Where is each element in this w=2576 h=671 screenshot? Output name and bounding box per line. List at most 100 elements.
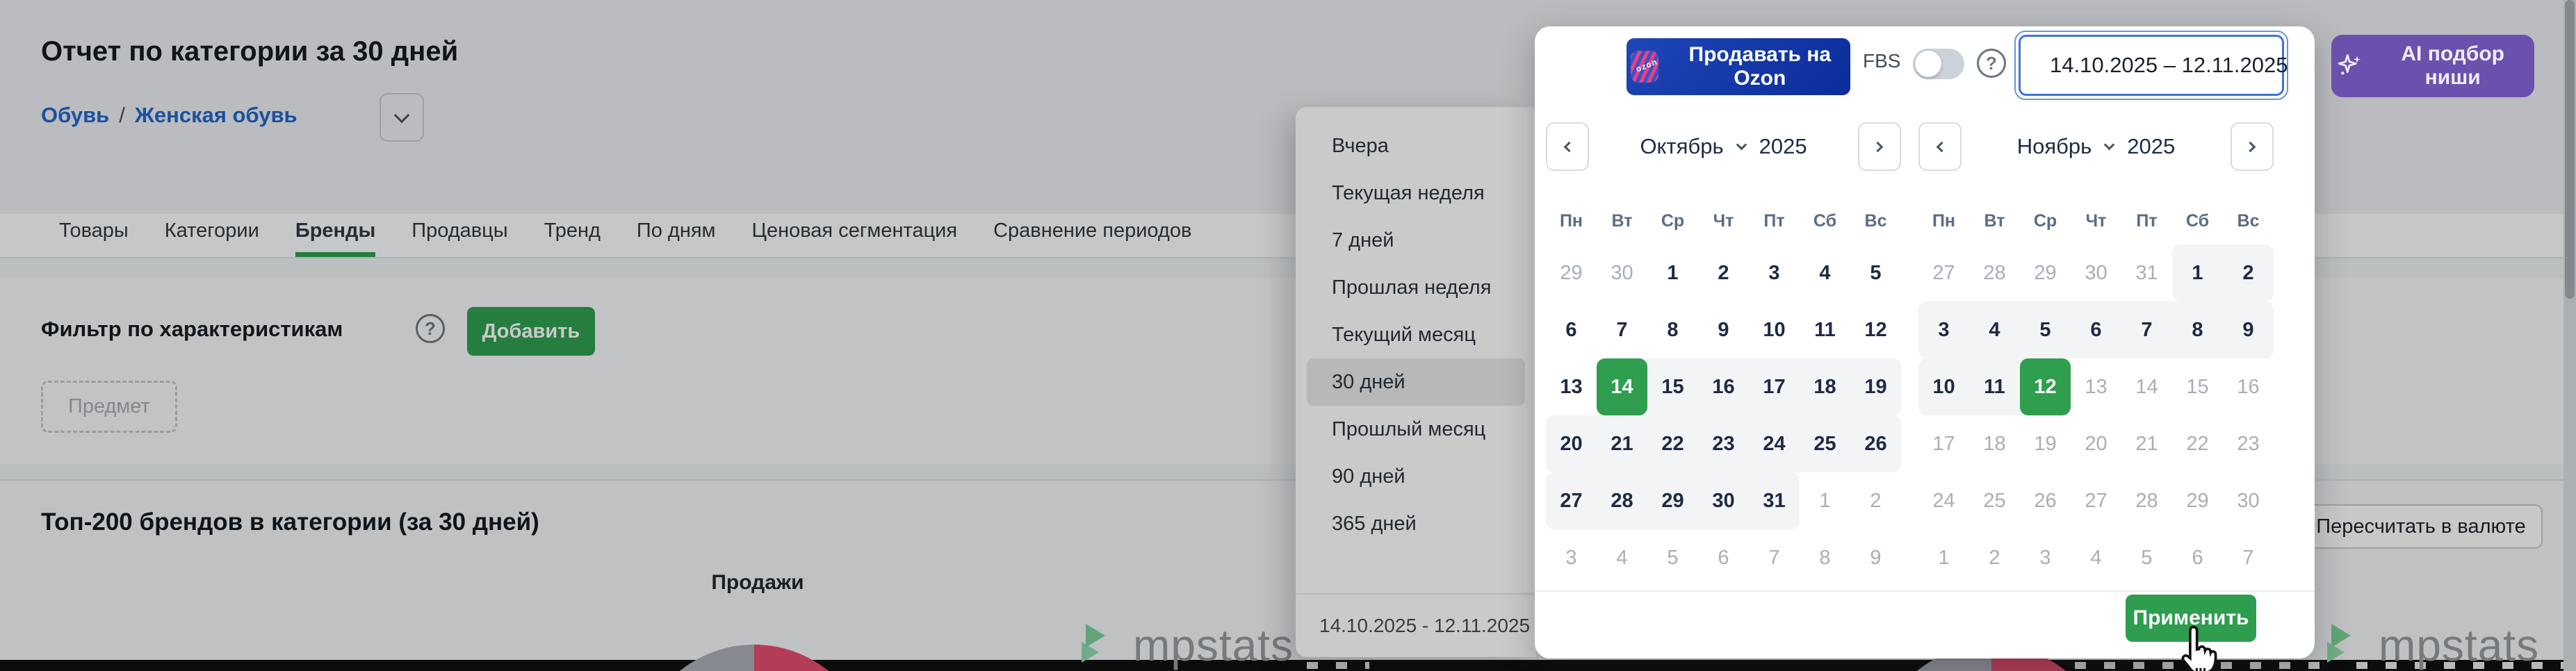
calendar-day[interactable]: 10 <box>1918 358 1969 415</box>
calendar-day[interactable]: 17 <box>1918 415 1969 472</box>
calendar-day[interactable]: 11 <box>1969 358 2020 415</box>
calendar-day[interactable]: 4 <box>1969 301 2020 358</box>
calendar-day-selected[interactable]: 14 <box>1597 358 1647 415</box>
calendar-day[interactable]: 29 <box>1546 245 1597 301</box>
week-row: 13141516171819 <box>1546 358 1901 415</box>
calendar-day[interactable]: 23 <box>1698 415 1749 472</box>
calendar-day[interactable]: 3 <box>1546 529 1597 586</box>
calendar-day[interactable]: 25 <box>1800 415 1850 472</box>
calendar-day[interactable]: 16 <box>2223 358 2274 415</box>
calendar-day[interactable]: 2 <box>1698 245 1749 301</box>
calendar-day[interactable]: 28 <box>2121 472 2172 529</box>
calendar-day[interactable]: 13 <box>1546 358 1597 415</box>
calendar-day[interactable]: 9 <box>1850 529 1901 586</box>
week-row: 10111213141516 <box>1918 358 2274 415</box>
calendar-day[interactable]: 30 <box>1597 245 1647 301</box>
calendar-day[interactable]: 17 <box>1749 358 1800 415</box>
calendar-day[interactable]: 31 <box>1749 472 1800 529</box>
next-month-button[interactable] <box>2231 122 2274 171</box>
prev-month-button[interactable] <box>1546 122 1589 171</box>
calendar-day[interactable]: 23 <box>2223 415 2274 472</box>
calendar-day[interactable]: 7 <box>1749 529 1800 586</box>
calendar-day[interactable]: 4 <box>1597 529 1647 586</box>
calendar-day[interactable]: 15 <box>1647 358 1698 415</box>
calendar-day[interactable]: 24 <box>1918 472 1969 529</box>
calendar-day[interactable]: 15 <box>2172 358 2223 415</box>
fbs-help-icon[interactable]: ? <box>1977 49 2006 78</box>
calendar-day[interactable]: 2 <box>1850 472 1901 529</box>
calendar-day[interactable]: 27 <box>1918 245 1969 301</box>
calendar-day[interactable]: 22 <box>2172 415 2223 472</box>
calendar-day-selected[interactable]: 12 <box>2020 358 2071 415</box>
calendar-day[interactable]: 14 <box>2121 358 2172 415</box>
ai-niche-button[interactable]: AI подбор ниши <box>2331 35 2534 97</box>
calendar-day[interactable]: 26 <box>2020 472 2071 529</box>
calendar-day[interactable]: 5 <box>1850 245 1901 301</box>
calendar-day[interactable]: 3 <box>2020 529 2071 586</box>
calendar-day[interactable]: 26 <box>1850 415 1901 472</box>
calendar-day[interactable]: 21 <box>1597 415 1647 472</box>
calendar-day[interactable]: 25 <box>1969 472 2020 529</box>
calendar-day[interactable]: 20 <box>2071 415 2121 472</box>
calendar-day[interactable]: 8 <box>2172 301 2223 358</box>
calendar-day[interactable]: 31 <box>2121 245 2172 301</box>
calendar-day[interactable]: 4 <box>2071 529 2121 586</box>
calendar-day[interactable]: 3 <box>1918 301 1969 358</box>
calendar-day[interactable]: 6 <box>1546 301 1597 358</box>
month-select[interactable]: Октябрь 2025 <box>1640 134 1807 159</box>
calendar-day[interactable]: 30 <box>1698 472 1749 529</box>
calendar-day[interactable]: 30 <box>2071 245 2121 301</box>
calendar-day[interactable]: 2 <box>2223 245 2274 301</box>
calendar-day[interactable]: 27 <box>1546 472 1597 529</box>
calendar-day[interactable]: 29 <box>2020 245 2071 301</box>
calendar-day[interactable]: 28 <box>1969 245 2020 301</box>
calendar-day[interactable]: 24 <box>1749 415 1800 472</box>
date-range-input[interactable]: 14.10.2025 – 12.11.2025 <box>2014 31 2288 100</box>
calendar-day[interactable]: 6 <box>2172 529 2223 586</box>
calendar-day[interactable]: 11 <box>1800 301 1850 358</box>
calendar-day[interactable]: 2 <box>1969 529 2020 586</box>
calendar-day[interactable]: 10 <box>1749 301 1800 358</box>
calendar-day[interactable]: 1 <box>1647 245 1698 301</box>
calendar-day[interactable]: 18 <box>1969 415 2020 472</box>
calendar-day[interactable]: 7 <box>2223 529 2274 586</box>
calendar-day[interactable]: 8 <box>1647 301 1698 358</box>
calendar-day[interactable]: 19 <box>2020 415 2071 472</box>
calendar-day[interactable]: 9 <box>2223 301 2274 358</box>
calendar-day[interactable]: 6 <box>1698 529 1749 586</box>
calendar-day[interactable]: 18 <box>1800 358 1850 415</box>
calendar-day[interactable]: 8 <box>1800 529 1850 586</box>
calendar-day[interactable]: 29 <box>1647 472 1698 529</box>
calendar-day[interactable]: 21 <box>2121 415 2172 472</box>
calendar-day[interactable]: 20 <box>1546 415 1597 472</box>
calendar-day[interactable]: 9 <box>1698 301 1749 358</box>
calendar-day[interactable]: 27 <box>2071 472 2121 529</box>
calendar-day[interactable]: 7 <box>1597 301 1647 358</box>
sell-on-ozon-button[interactable]: ozon Продавать на Ozon <box>1627 38 1850 95</box>
calendar-day[interactable]: 1 <box>1800 472 1850 529</box>
calendar-day[interactable]: 22 <box>1647 415 1698 472</box>
month-select[interactable]: Ноябрь 2025 <box>2017 134 2176 159</box>
calendar-day[interactable]: 29 <box>2172 472 2223 529</box>
calendar-day[interactable]: 5 <box>2121 529 2172 586</box>
calendar-day[interactable]: 4 <box>1800 245 1850 301</box>
calendar-day[interactable]: 12 <box>1850 301 1901 358</box>
calendar-day[interactable]: 3 <box>1749 245 1800 301</box>
calendar-day[interactable]: 19 <box>1850 358 1901 415</box>
next-month-button[interactable] <box>1858 122 1901 171</box>
calendar-day[interactable]: 13 <box>2071 358 2121 415</box>
calendar-day[interactable]: 5 <box>2020 301 2071 358</box>
calendar-day[interactable]: 1 <box>1918 529 1969 586</box>
prev-month-button[interactable] <box>1918 122 1962 171</box>
weekday-label: Чт <box>2071 211 2121 231</box>
calendar-day[interactable]: 16 <box>1698 358 1749 415</box>
calendar-day[interactable]: 28 <box>1597 472 1647 529</box>
calendar-day[interactable]: 5 <box>1647 529 1698 586</box>
year-label[interactable]: 2025 <box>2127 134 2175 159</box>
calendar-day[interactable]: 1 <box>2172 245 2223 301</box>
year-label[interactable]: 2025 <box>1759 134 1807 159</box>
fbs-toggle[interactable] <box>1913 49 1964 79</box>
calendar-day[interactable]: 7 <box>2121 301 2172 358</box>
calendar-day[interactable]: 30 <box>2223 472 2274 529</box>
calendar-day[interactable]: 6 <box>2071 301 2121 358</box>
